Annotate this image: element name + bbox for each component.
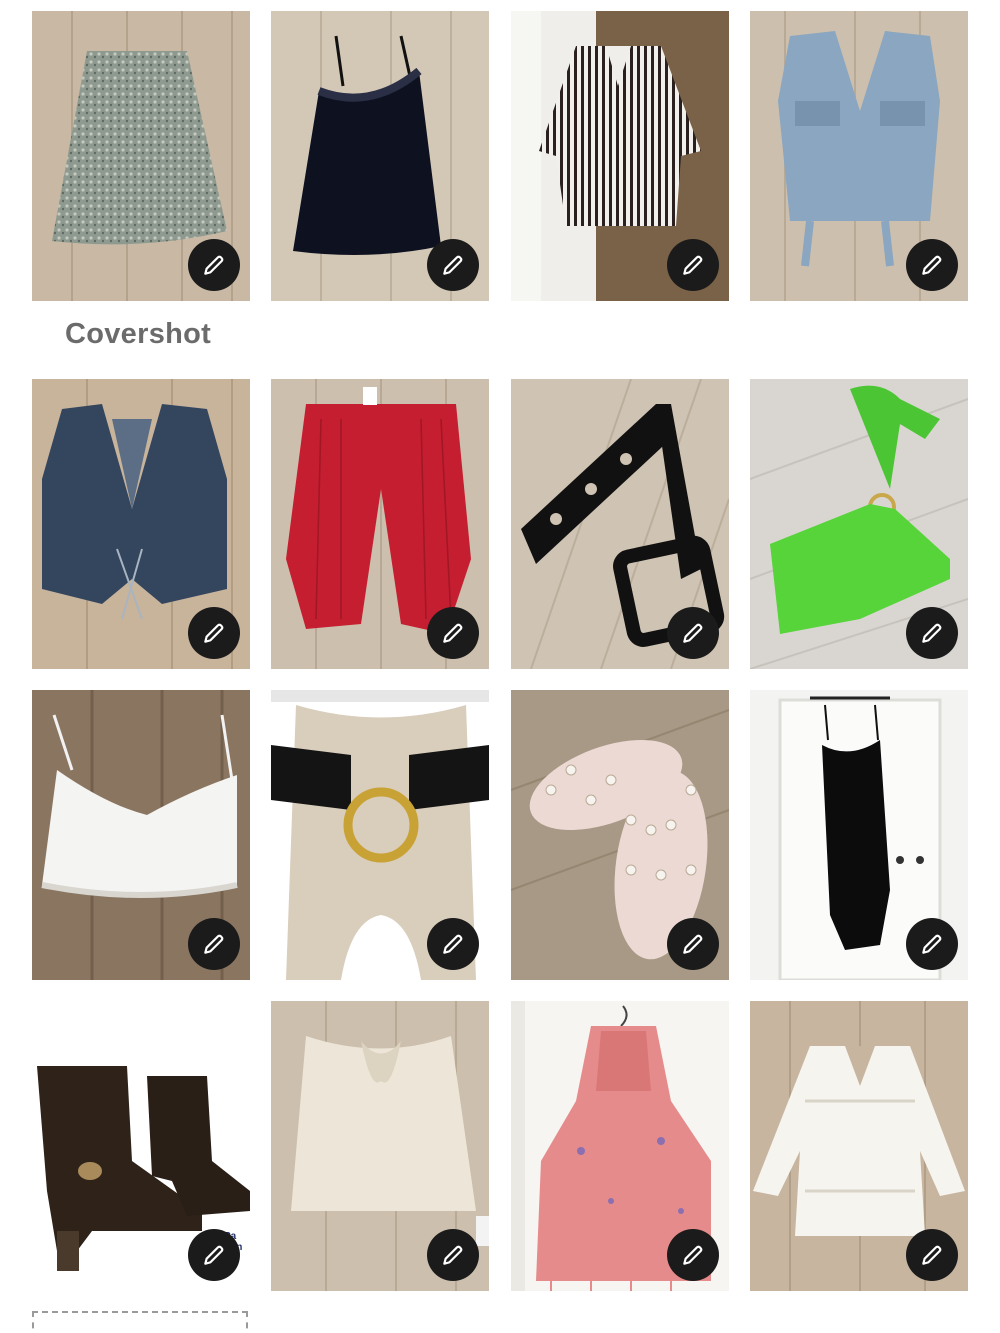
photo-tile[interactable] bbox=[750, 1001, 968, 1291]
edit-photo-button[interactable] bbox=[188, 1229, 240, 1281]
photo-tile[interactable] bbox=[511, 379, 729, 669]
edit-photo-button[interactable] bbox=[427, 239, 479, 291]
edit-photo-button[interactable] bbox=[906, 607, 958, 659]
pencil-icon bbox=[443, 1245, 463, 1265]
edit-photo-button[interactable] bbox=[427, 918, 479, 970]
pencil-icon bbox=[683, 255, 703, 275]
edit-photo-button[interactable] bbox=[188, 607, 240, 659]
photo-tile[interactable] bbox=[511, 690, 729, 980]
photo-tile[interactable] bbox=[271, 379, 489, 669]
edit-photo-button[interactable] bbox=[906, 1229, 958, 1281]
photo-tile[interactable] bbox=[271, 690, 489, 980]
edit-photo-button[interactable] bbox=[667, 918, 719, 970]
photo-tile[interactable] bbox=[32, 379, 250, 669]
photo-tile[interactable] bbox=[511, 11, 729, 301]
edit-photo-button[interactable] bbox=[188, 918, 240, 970]
edit-photo-button[interactable] bbox=[667, 1229, 719, 1281]
photo-tile[interactable] bbox=[271, 1001, 489, 1291]
edit-photo-button[interactable] bbox=[188, 239, 240, 291]
photo-tile[interactable] bbox=[32, 11, 250, 301]
pencil-icon bbox=[443, 623, 463, 643]
pencil-icon bbox=[683, 1245, 703, 1265]
edit-photo-button[interactable] bbox=[667, 607, 719, 659]
pencil-icon bbox=[922, 623, 942, 643]
photo-tile[interactable] bbox=[32, 690, 250, 980]
photo-tile[interactable] bbox=[750, 11, 968, 301]
pencil-icon bbox=[683, 934, 703, 954]
edit-photo-button[interactable] bbox=[427, 1229, 479, 1281]
pencil-icon bbox=[683, 623, 703, 643]
edit-photo-button[interactable] bbox=[667, 239, 719, 291]
edit-photo-button[interactable] bbox=[906, 239, 958, 291]
pencil-icon bbox=[204, 623, 224, 643]
listing-photos-editor: Covershot bbox=[0, 0, 1000, 1333]
edit-photo-button[interactable] bbox=[906, 918, 958, 970]
photo-tile[interactable] bbox=[750, 690, 968, 980]
pencil-icon bbox=[204, 934, 224, 954]
edit-photo-button[interactable] bbox=[427, 607, 479, 659]
pencil-icon bbox=[922, 1245, 942, 1265]
photo-tile[interactable]: Pa oon bbox=[32, 1001, 250, 1291]
photo-tile[interactable] bbox=[511, 1001, 729, 1291]
add-photo-slot[interactable] bbox=[32, 1311, 248, 1333]
pencil-icon bbox=[204, 1245, 224, 1265]
pencil-icon bbox=[204, 255, 224, 275]
photo-tile[interactable] bbox=[750, 379, 968, 669]
pencil-icon bbox=[922, 255, 942, 275]
pencil-icon bbox=[922, 934, 942, 954]
pencil-icon bbox=[443, 934, 463, 954]
pencil-icon bbox=[443, 255, 463, 275]
covershot-label: Covershot bbox=[65, 318, 212, 350]
photo-tile[interactable] bbox=[271, 11, 489, 301]
